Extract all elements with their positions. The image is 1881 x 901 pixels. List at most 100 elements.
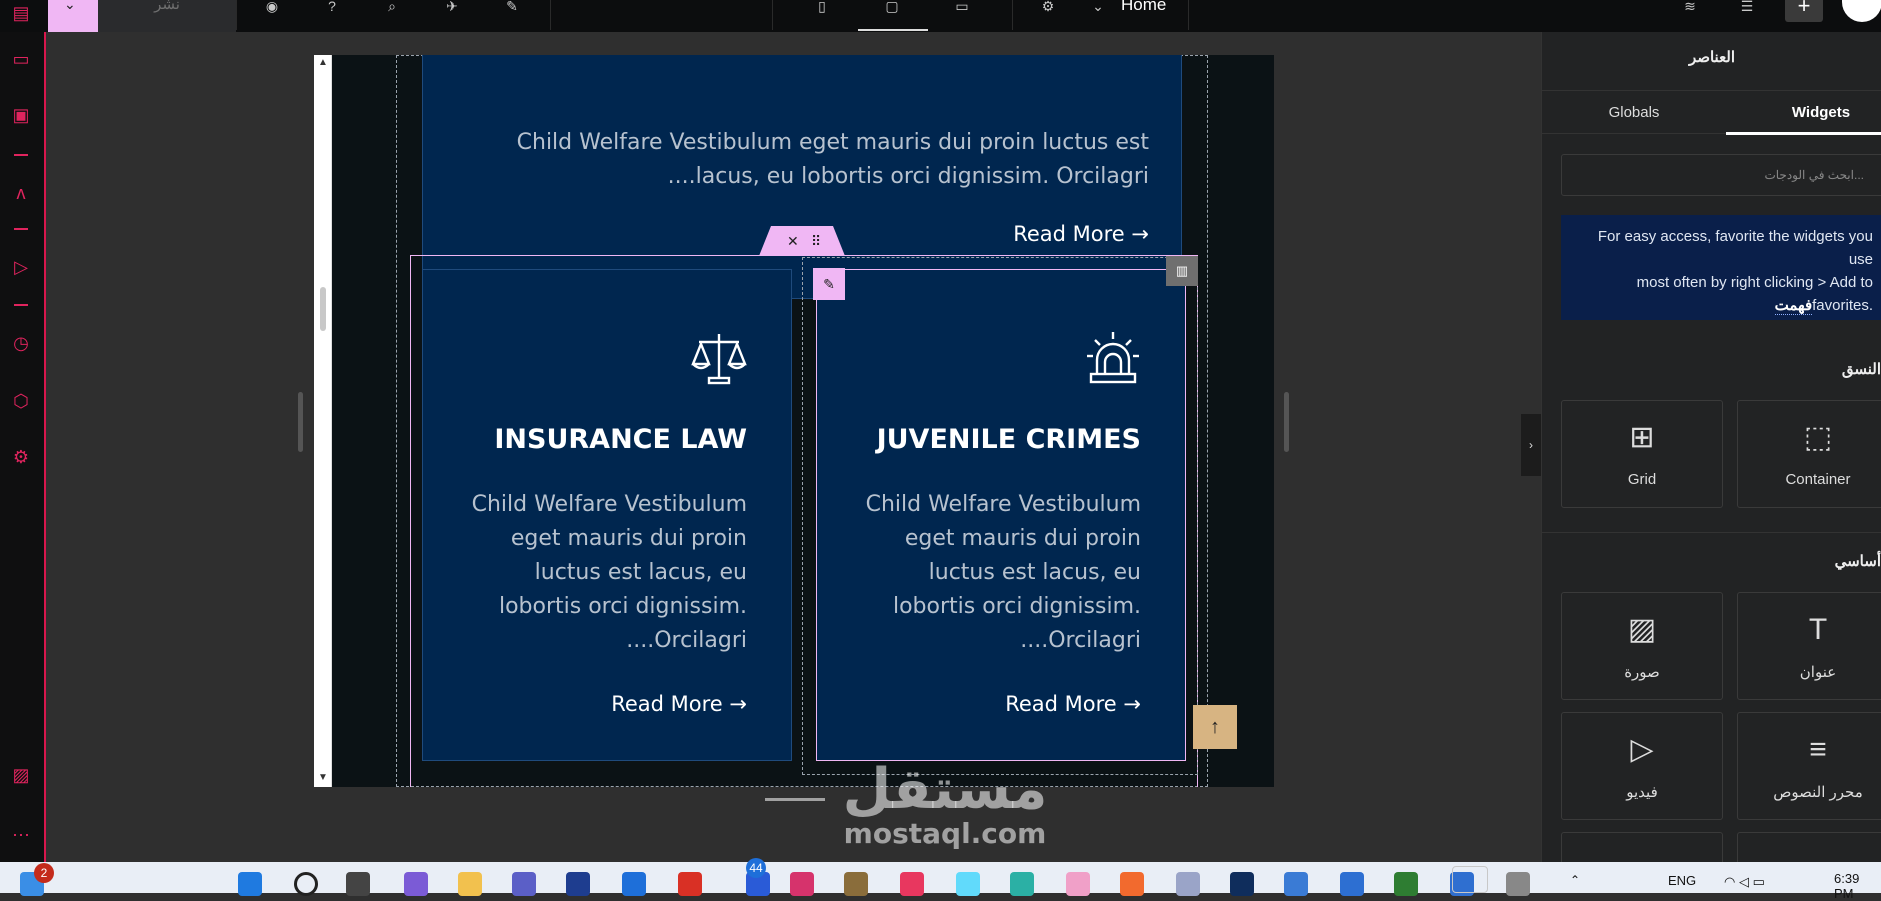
edge-icon[interactable] [1010,872,1034,896]
notification-badge: 2 [34,863,54,883]
teams-icon[interactable] [512,872,536,896]
copilot-icon[interactable] [404,872,428,896]
wifi-icon[interactable] [1506,872,1530,896]
widget-grid[interactable]: ⊞ Grid [1561,400,1723,508]
widget-text-editor[interactable]: ≡ محرر النصوص [1737,712,1881,820]
tab-globals[interactable]: Globals [1542,91,1726,135]
brand-logo-icon[interactable]: ʌ [8,180,34,206]
widget-heading[interactable]: T عنوان [1737,592,1881,700]
scroll-up-icon[interactable]: ▲ [318,57,328,68]
panel-collapse-button[interactable]: › [1521,414,1541,476]
widget-label: عنوان [1799,664,1837,681]
clock-time[interactable]: 6:39 PM [1834,871,1881,901]
column-handle-icon[interactable]: ▥ [1166,256,1198,286]
section-handle[interactable]: ✕ ⠿ [759,226,845,256]
more-icon[interactable]: ⋯ [8,822,34,848]
widget-container[interactable]: ⬚ Container [1737,400,1881,508]
play-circle-icon[interactable]: ▷ [8,254,34,280]
search-icon[interactable]: ⌕ [380,0,404,14]
card-text: ....lacus, eu lobortis orci dignissim. O… [667,164,1149,189]
eye-icon[interactable]: ◉ [260,0,284,14]
tablet-device-icon: ▢ [885,0,899,14]
resize-handle-right[interactable] [1284,392,1289,452]
read-more-link[interactable]: Read More → [817,692,1141,716]
ai-brush-icon[interactable]: ✎ [500,0,524,14]
network-icon[interactable]: ◠ ◁ ▭ [1724,874,1765,890]
gear-icon[interactable]: ⚙ [1036,0,1060,14]
chip-icon[interactable]: ▣ [8,102,34,128]
app-icon[interactable] [1394,872,1418,896]
read-more-link[interactable]: Read More → [423,692,747,716]
widget-label: محرر النصوص [1773,784,1863,801]
favorites-hint: For easy access, favorite the widgets yo… [1561,215,1881,320]
elementor-menu-button[interactable]: ⌄ [48,0,98,32]
card-text: Child Welfare Vestibulum [865,492,1141,517]
search-placeholder: ابحث في الودجات... [1764,168,1864,182]
app-icon[interactable] [1340,872,1364,896]
text-editor-icon: ≡ [1809,733,1827,766]
video-icon: ▷ [1630,733,1654,766]
windows-taskbar: 2 44 ⌃ ENG ◠ ◁ ▭ 6:39 PM [0,858,1881,901]
app-icon[interactable] [1284,872,1308,896]
gmail-icon[interactable] [678,872,702,896]
sliders-icon[interactable]: ☰ [1735,0,1759,14]
chevron-down-icon[interactable]: ⌄ [1086,0,1110,14]
mobile-device-icon[interactable]: ▯ [810,0,834,14]
rocket-icon[interactable]: ✈ [440,0,464,14]
app-icon[interactable] [1230,872,1254,896]
tray-chevron-icon[interactable]: ⌃ [1570,873,1580,887]
service-card-selected[interactable]: JUVENILE CRIMES Child Welfare Vestibulum… [816,269,1186,761]
widget-image[interactable]: ▨ صورة [1561,592,1723,700]
layers-icon[interactable]: ≋ [1678,0,1702,14]
twitch-icon[interactable]: ▭ [8,46,34,72]
rail-divider [14,154,28,156]
widget-video[interactable]: ▷ فيديو [1561,712,1723,820]
elementor-logo[interactable] [1842,0,1881,22]
scrollbar-thumb[interactable] [320,287,326,331]
editor-canvas[interactable]: Child Welfare Vestibulum eget mauris dui… [314,55,1274,787]
settings-icon[interactable]: ⚙ [8,444,34,470]
clock-icon[interactable]: ◷ [8,330,34,356]
app-icon[interactable] [900,872,924,896]
widget-search-input[interactable]: ابحث في الودجات... ⌕ [1561,154,1881,196]
category-layout[interactable]: النسق [1842,360,1881,378]
widget-label: صورة [1624,664,1660,681]
toolbar-divider [236,0,237,30]
search-icon[interactable] [294,872,318,896]
store-icon[interactable] [622,872,646,896]
mostaql-watermark: مستقل mostaql.com [765,757,1070,870]
app-icon[interactable] [1120,872,1144,896]
app-icon[interactable] [844,872,868,896]
gallery-icon[interactable]: ▨ [8,762,34,788]
add-button[interactable]: + [1785,0,1823,22]
help-icon[interactable]: ? [320,0,344,14]
card-text: lobortis orci dignissim. [892,594,1141,619]
app-icon[interactable] [1176,872,1200,896]
service-card[interactable]: INSURANCE LAW Child Welfare Vestibulum e… [422,269,792,761]
dashboard-icon[interactable]: ▤ [8,0,34,26]
desktop-device-icon[interactable]: ▭ [950,0,974,14]
tab-widgets[interactable]: Widgets [1726,91,1881,135]
language-indicator[interactable]: ENG [1668,873,1696,888]
instagram-icon[interactable] [790,872,814,896]
react-icon[interactable] [956,872,980,896]
card-text: eget mauris dui proin [904,526,1141,551]
edit-pencil-icon[interactable]: ✎ [813,268,845,300]
watermark-arabic: مستقل [842,757,1048,822]
start-icon[interactable] [238,872,262,896]
task-view-icon[interactable] [346,872,370,896]
canvas-scrollbar[interactable]: ▲ ▼ [314,55,332,787]
app-icon[interactable] [566,872,590,896]
got-it-link[interactable]: فهمت [1774,297,1813,315]
container-icon: ⬚ [1803,421,1833,454]
app-icon[interactable] [1066,872,1090,896]
scroll-down-icon[interactable]: ▼ [318,772,328,783]
resize-handle-left[interactable] [298,392,303,452]
publish-button[interactable]: نشر [98,0,236,32]
cube-icon[interactable]: ⬡ [8,388,34,414]
file-explorer-icon[interactable] [458,872,482,896]
category-basic[interactable]: أساسي [1835,552,1881,570]
page-selector[interactable]: Home [1121,0,1166,15]
scroll-to-top-button[interactable]: ↑ [1193,705,1237,749]
active-app-highlight [1452,866,1488,893]
